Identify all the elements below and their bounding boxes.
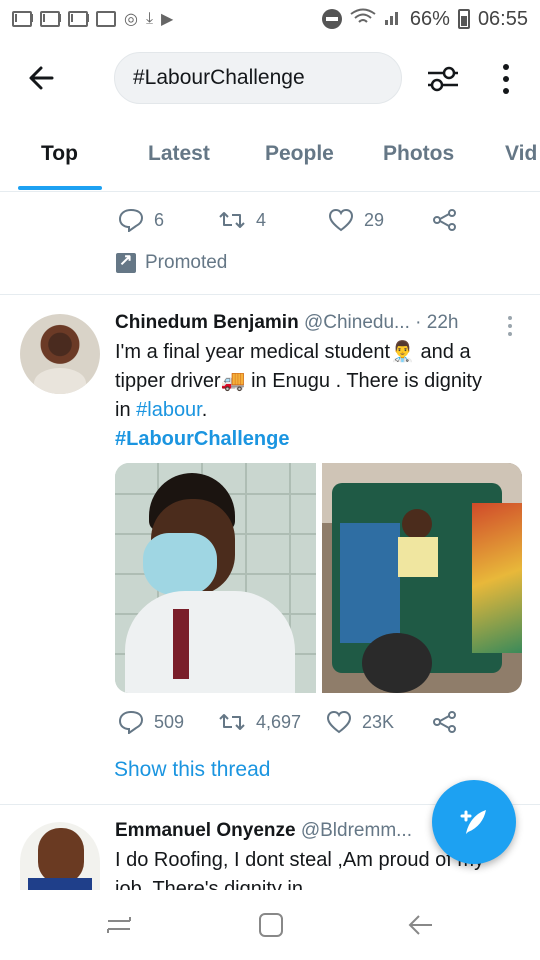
recent-apps-icon[interactable]	[104, 910, 134, 940]
sliders-icon[interactable]	[424, 60, 462, 98]
status-bar: ◎ ⤓ ▶ 66% 06:55	[0, 0, 540, 38]
author-handle[interactable]: @Chinedu...	[304, 312, 410, 333]
reply-icon	[118, 710, 144, 734]
doctor-emoji-icon: 👨‍⚕️	[390, 341, 415, 363]
battery-percent: 66%	[409, 7, 450, 30]
retweet-icon	[219, 714, 245, 730]
tab-people[interactable]: People	[265, 142, 334, 166]
reply-count: 509	[154, 711, 185, 732]
reply-button[interactable]: 509	[118, 710, 218, 734]
retweet-button[interactable]: 4	[218, 209, 328, 231]
tweet-photo[interactable]	[321, 463, 522, 693]
compose-tweet-button[interactable]	[432, 780, 516, 864]
mail-icon	[12, 11, 32, 27]
reply-button[interactable]: 6	[118, 208, 218, 232]
author-handle[interactable]: @Bldremm...	[301, 820, 412, 841]
avatar[interactable]	[20, 314, 100, 394]
active-tab-indicator	[18, 186, 102, 190]
search-header: #LabourChallenge	[0, 48, 540, 110]
share-button[interactable]	[432, 208, 458, 232]
image-icon	[96, 11, 116, 27]
tweet-text-segment: in	[115, 399, 137, 421]
reply-icon	[118, 208, 144, 232]
mail-icon	[68, 11, 88, 27]
heart-icon	[326, 710, 352, 734]
avatar[interactable]	[20, 822, 100, 890]
tweet-time: · 22h	[415, 312, 459, 333]
tab-videos[interactable]: Vid	[505, 142, 537, 166]
wifi-icon	[350, 8, 376, 31]
tab-top[interactable]: Top	[41, 142, 78, 166]
retweet-icon	[219, 212, 245, 228]
truck-emoji-icon: 🚚	[220, 370, 246, 392]
promoted-label: Promoted	[116, 250, 228, 274]
retweet-count: 4,697	[256, 711, 302, 732]
promoted-actions: 6 4 29	[118, 208, 458, 232]
promoted-icon	[116, 250, 136, 273]
search-input[interactable]: #LabourChallenge	[114, 52, 402, 104]
more-vertical-icon[interactable]	[496, 60, 516, 98]
tweet-text: I'm a final year medical student👨‍⚕️ and…	[115, 338, 520, 454]
tweet-text-segment: tipper driver	[115, 370, 221, 392]
battery-icon	[457, 9, 470, 29]
tab-latest[interactable]: Latest	[148, 142, 210, 166]
download-icon: ⤓	[145, 10, 154, 27]
signal-icon	[384, 8, 402, 31]
mail-icon	[40, 11, 60, 27]
tweet-actions: 509 4,697 23K	[118, 710, 458, 734]
search-tabs: Top Latest People Photos Vid	[0, 128, 540, 192]
like-count: 23K	[362, 711, 395, 732]
tweet-text-segment: and a	[414, 341, 471, 363]
like-count: 29	[364, 209, 385, 230]
tab-photos[interactable]: Photos	[383, 142, 454, 166]
retweet-button[interactable]: 4,697	[218, 711, 326, 733]
arrow-left-icon[interactable]	[24, 60, 60, 96]
hashtag-link[interactable]: #LabourChallenge	[115, 428, 289, 450]
show-thread-link[interactable]: Show this thread	[114, 758, 270, 782]
tweet-menu-icon[interactable]	[508, 316, 514, 336]
hashtag-link[interactable]: #labour	[136, 399, 202, 421]
like-button[interactable]: 23K	[326, 710, 432, 734]
clock: 06:55	[477, 7, 528, 30]
home-icon[interactable]	[256, 910, 286, 940]
author-name[interactable]: Chinedum Benjamin	[115, 312, 299, 333]
back-nav-icon[interactable]	[406, 910, 436, 940]
share-icon	[433, 209, 456, 231]
play-icon: ▶	[161, 11, 174, 28]
camera-icon: ◎	[124, 11, 138, 28]
do-not-disturb-icon	[321, 9, 342, 29]
tweet-text-segment: I'm a final year medical student	[115, 341, 391, 363]
compose-feather-icon	[460, 810, 486, 834]
author-name[interactable]: Emmanuel Onyenze	[115, 820, 296, 841]
tweet-photo[interactable]	[115, 463, 316, 693]
tweet-text-segment: .	[201, 399, 208, 421]
tweet-text-segment: in Enugu . There is dignity	[245, 370, 482, 392]
share-button[interactable]	[432, 710, 458, 734]
tweet-header: Emmanuel Onyenze @Bldremm...	[115, 820, 412, 842]
share-icon	[433, 711, 456, 733]
like-button[interactable]: 29	[328, 208, 432, 232]
tweet-media	[115, 463, 522, 693]
divider	[0, 294, 540, 295]
retweet-count: 4	[256, 209, 267, 230]
tweet-header: Chinedum Benjamin @Chinedu... · 22h	[115, 312, 458, 334]
reply-count: 6	[154, 209, 165, 230]
heart-icon	[328, 208, 354, 232]
promoted-text: Promoted	[145, 252, 228, 273]
system-navigation-bar	[0, 890, 540, 960]
